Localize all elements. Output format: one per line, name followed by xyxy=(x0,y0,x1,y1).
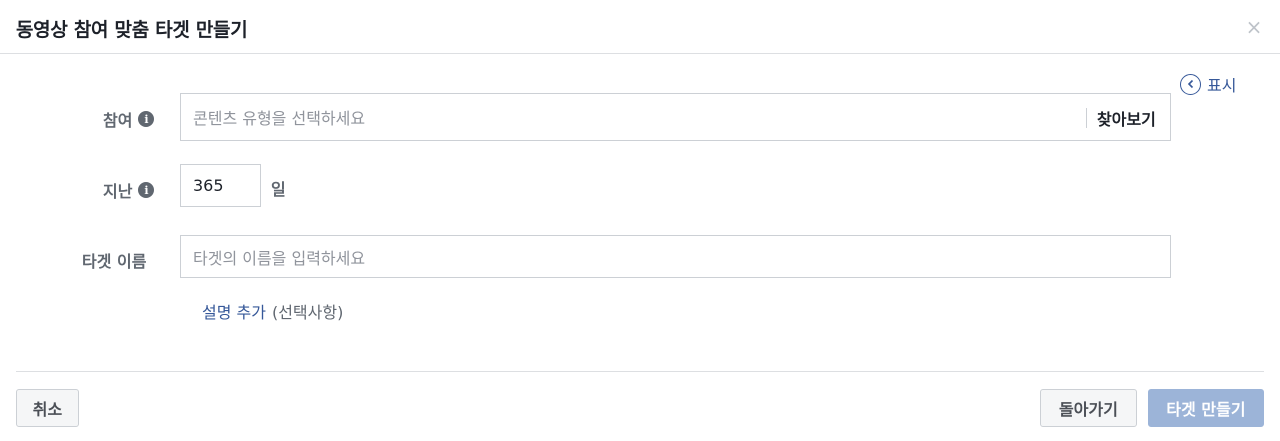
show-toggle-link[interactable]: 표시 xyxy=(1180,73,1236,95)
retention-label-group: 지난 i xyxy=(103,178,155,202)
browse-separator xyxy=(1086,108,1087,128)
retention-label: 지난 xyxy=(103,182,133,201)
retention-days-value: 365 xyxy=(193,176,224,195)
back-button[interactable]: 돌아가기 xyxy=(1040,389,1137,427)
audience-name-placeholder: 타겟의 이름을 입력하세요 xyxy=(193,248,366,268)
dialog: 동영상 참여 맞춤 타겟 만들기 × 표시 참여 i 콘텐츠 유형을 선택하세요… xyxy=(0,0,1280,441)
optional-note: (선택사항) xyxy=(271,303,344,322)
cancel-button[interactable]: 취소 xyxy=(16,389,79,427)
engagement-content-type-input[interactable]: 콘텐츠 유형을 선택하세요 찾아보기 xyxy=(180,93,1171,141)
dialog-title: 동영상 참여 맞춤 타겟 만들기 xyxy=(16,19,248,41)
engagement-placeholder: 콘텐츠 유형을 선택하세요 xyxy=(193,109,366,128)
audience-name-label-group: 타겟 이름 xyxy=(82,248,146,272)
engagement-label-group: 참여 i xyxy=(103,107,155,131)
info-icon[interactable]: i xyxy=(138,182,155,198)
info-icon[interactable]: i xyxy=(138,111,155,127)
close-icon[interactable]: × xyxy=(1244,14,1264,40)
add-description-link[interactable]: 설명 추가 xyxy=(202,299,266,323)
browse-button[interactable]: 찾아보기 xyxy=(1097,106,1156,130)
chevron-left-circle-icon xyxy=(1180,73,1201,95)
footer-divider xyxy=(16,371,1264,372)
retention-unit: 일 xyxy=(271,180,286,199)
description-row: 설명 추가 (선택사항) xyxy=(202,299,343,323)
dialog-header: 동영상 참여 맞춤 타겟 만들기 × xyxy=(0,0,1280,54)
audience-name-input[interactable]: 타겟의 이름을 입력하세요 xyxy=(180,235,1171,278)
create-audience-button[interactable]: 타겟 만들기 xyxy=(1148,389,1264,427)
audience-name-label: 타겟 이름 xyxy=(82,252,147,271)
show-label: 표시 xyxy=(1207,76,1237,95)
retention-days-input[interactable]: 365 xyxy=(180,164,261,207)
engagement-label: 참여 xyxy=(103,111,133,130)
